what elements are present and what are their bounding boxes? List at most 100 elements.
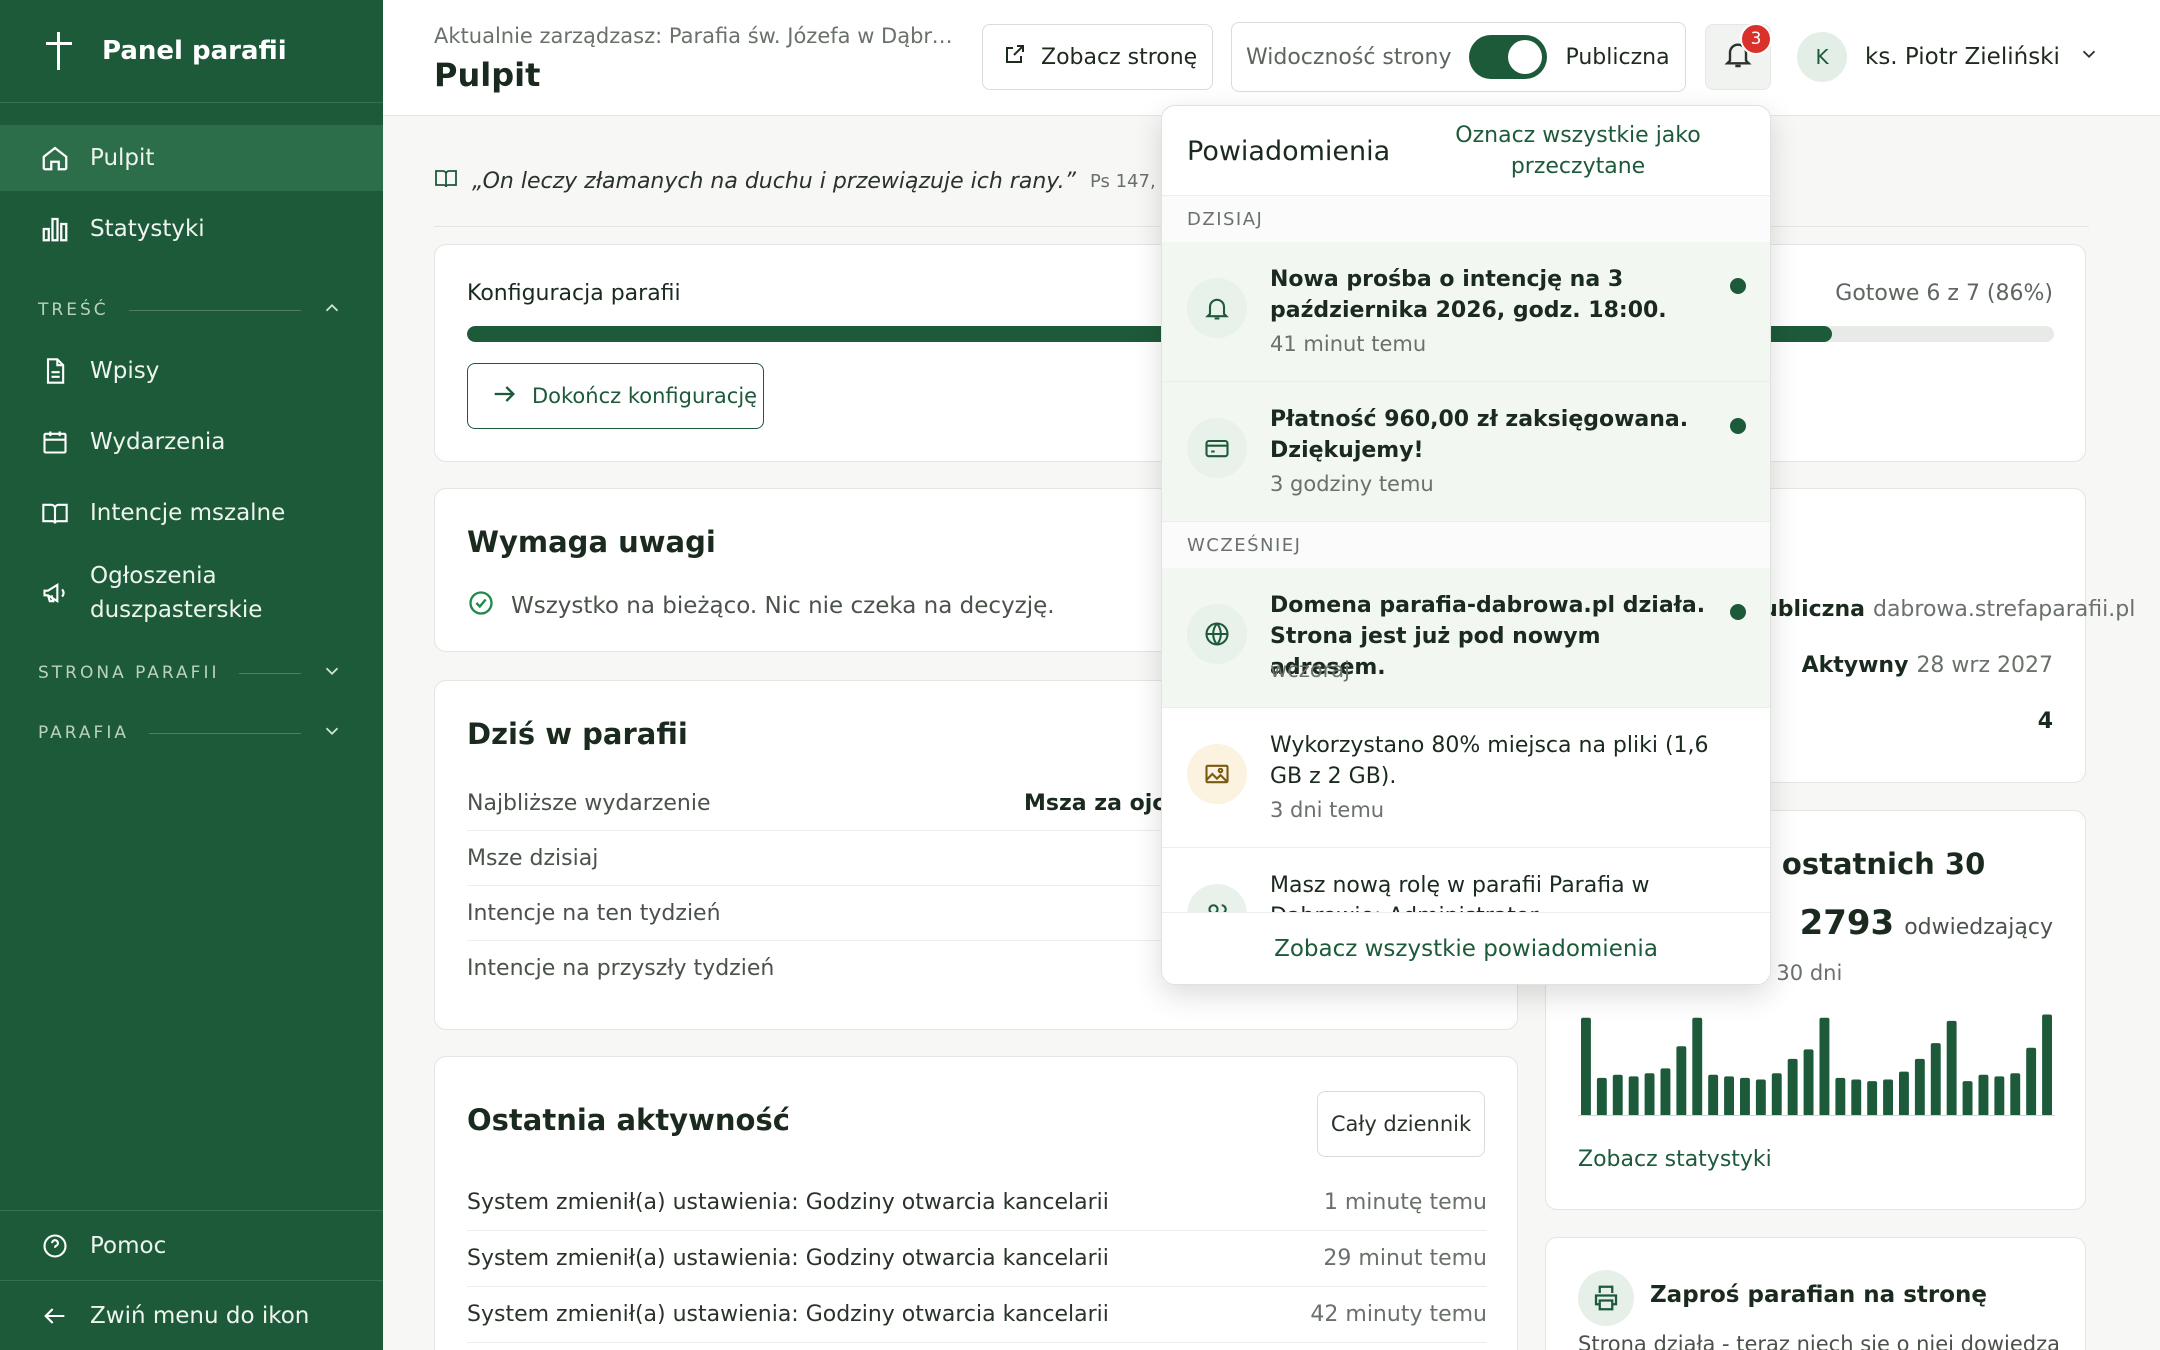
today-title: Dziś w parafii bbox=[467, 717, 688, 751]
chart-bar[interactable] bbox=[1692, 1017, 1703, 1116]
brand[interactable]: Panel parafii bbox=[0, 0, 383, 103]
chart-bar[interactable] bbox=[1596, 1077, 1607, 1116]
chart-bar[interactable] bbox=[1803, 1049, 1814, 1116]
chart-bar[interactable] bbox=[1787, 1058, 1798, 1116]
chart-bar[interactable] bbox=[1946, 1020, 1957, 1116]
visibility-toggle[interactable] bbox=[1469, 35, 1548, 79]
activity-card: Ostatnia aktywność Cały dziennik System … bbox=[434, 1056, 1518, 1350]
full-journal-button[interactable]: Cały dziennik bbox=[1317, 1091, 1485, 1157]
site-public-row: Publiczna dabrowa.strefaparafii.pl bbox=[1746, 597, 2135, 622]
sidebar-item-intencje[interactable]: Intencje mszalne bbox=[0, 480, 383, 546]
chevron-down-icon bbox=[321, 720, 343, 747]
sidebar-item-pulpit[interactable]: Pulpit bbox=[0, 125, 383, 191]
chart-bar[interactable] bbox=[1628, 1076, 1639, 1116]
plan-status: Aktywny bbox=[1801, 653, 1909, 678]
collapse-label: Zwiń menu do ikon bbox=[90, 1302, 310, 1329]
printer-icon bbox=[1578, 1270, 1634, 1326]
finish-config-button[interactable]: Dokończ konfigurację bbox=[467, 363, 764, 429]
sidebar-item-statystyki[interactable]: Statystyki bbox=[0, 196, 383, 262]
chart-bar[interactable] bbox=[1612, 1074, 1623, 1116]
site-domain[interactable]: dabrowa.strefaparafii.pl bbox=[1873, 597, 2135, 622]
unread-dot bbox=[1730, 418, 1746, 434]
chart-bar[interactable] bbox=[1835, 1077, 1846, 1116]
activity-text: System zmienił(a) ustawienia: Godziny ot… bbox=[467, 1302, 1109, 1327]
bar-chart-icon bbox=[40, 214, 70, 244]
chart-bar[interactable] bbox=[1962, 1081, 1973, 1116]
config-ready: Gotowe 6 z 7 (86%) bbox=[1835, 281, 2053, 306]
sidebar-item-label: Ogłoszenia duszpasterskie bbox=[90, 563, 263, 623]
activity-text: System zmienił(a) ustawienia: Godziny ot… bbox=[467, 1246, 1109, 1271]
chart-bar[interactable] bbox=[1724, 1076, 1734, 1116]
section-parafia[interactable]: PARAFIA bbox=[0, 705, 383, 761]
see-all-notifications-link[interactable]: Zobacz wszystkie powiadomienia bbox=[1162, 912, 1770, 984]
chart-bar[interactable] bbox=[1581, 1017, 1591, 1116]
user-name: ks. Piotr Zieliński bbox=[1865, 44, 2060, 70]
chart-bar[interactable] bbox=[1660, 1068, 1671, 1116]
chart-bar[interactable] bbox=[1708, 1074, 1719, 1116]
image-icon bbox=[1187, 744, 1247, 804]
chart-bar[interactable] bbox=[1771, 1073, 1782, 1116]
sidebar-item-ogloszenia[interactable]: Ogłoszenia duszpasterskie bbox=[0, 551, 383, 635]
chart-bar[interactable] bbox=[1914, 1058, 1925, 1116]
mark-all-read-button[interactable]: Oznacz wszystkie jako przeczytane bbox=[1428, 120, 1728, 182]
notification-item[interactable]: Masz nową rolę w parafii Parafia w Dąbro… bbox=[1162, 848, 1770, 918]
notification-item[interactable]: Domena parafia-dabrowa.pl działa. Strona… bbox=[1162, 568, 1770, 708]
popup-header: Powiadomienia Oznacz wszystkie jako prze… bbox=[1162, 106, 1770, 196]
activity-time: 1 minutę temu bbox=[1323, 1190, 1487, 1215]
attention-status: Wszystko na bieżąco. Nic nie czeka na de… bbox=[467, 589, 1055, 623]
megaphone-icon bbox=[40, 578, 70, 608]
breadcrumb: Aktualnie zarządzasz: Parafia św. Józefa… bbox=[434, 24, 964, 48]
notification-time: 3 dni temu bbox=[1270, 798, 1385, 822]
activity-row: System zmienił(a) ustawienia: Godziny ot… bbox=[467, 1175, 1487, 1231]
collapse-menu-button[interactable]: Zwiń menu do ikon bbox=[0, 1280, 383, 1350]
notification-item[interactable]: Wykorzystano 80% miejsca na pliki (1,6 G… bbox=[1162, 708, 1770, 848]
book-icon bbox=[40, 498, 70, 528]
chart-bar[interactable] bbox=[1883, 1079, 1893, 1117]
chart-bar[interactable] bbox=[1867, 1081, 1878, 1116]
chart-bar[interactable] bbox=[1755, 1079, 1766, 1117]
chart-bar[interactable] bbox=[2010, 1073, 2021, 1116]
notifications-button[interactable]: 3 bbox=[1705, 23, 1772, 90]
help-link[interactable]: Pomoc bbox=[0, 1210, 383, 1280]
sidebar-item-label: Wydarzenia bbox=[90, 429, 226, 455]
chart-bar[interactable] bbox=[1644, 1073, 1655, 1116]
attention-title: Wymaga uwagi bbox=[467, 525, 716, 559]
plan-row: Aktywny 28 wrz 2027 bbox=[1802, 653, 2053, 678]
row-label: Msze dzisiaj bbox=[467, 845, 599, 871]
brand-title: Panel parafii bbox=[102, 36, 287, 66]
chart-bar[interactable] bbox=[1930, 1043, 1941, 1116]
see-stats-link[interactable]: Zobacz statystyki bbox=[1578, 1147, 1772, 1172]
section-tresc[interactable]: TREŚĆ bbox=[0, 282, 383, 338]
notification-item[interactable]: Nowa prośba o intencję na 3 października… bbox=[1162, 242, 1770, 382]
sidebar-item-wydarzenia[interactable]: Wydarzenia bbox=[0, 409, 383, 475]
section-strona-parafii[interactable]: STRONA PARAFII bbox=[0, 645, 383, 701]
globe-icon bbox=[1187, 604, 1247, 664]
visibility-value: Publiczna bbox=[1565, 44, 1670, 70]
view-site-button[interactable]: Zobacz stronę bbox=[982, 24, 1213, 90]
chart-bar[interactable] bbox=[1819, 1017, 1830, 1116]
activity-title: Ostatnia aktywność bbox=[467, 1103, 790, 1137]
sidebar-item-wpisy[interactable]: Wpisy bbox=[0, 338, 383, 404]
help-circle-icon bbox=[40, 1231, 70, 1261]
toggle-knob bbox=[1508, 40, 1543, 74]
unread-dot bbox=[1730, 604, 1746, 620]
chart-bar[interactable] bbox=[1851, 1079, 1862, 1117]
chart-bar[interactable] bbox=[1676, 1046, 1687, 1116]
row-label: Najbliższe wydarzenie bbox=[467, 790, 711, 816]
notification-item[interactable]: Płatność 960,00 zł zaksięgowana. Dziękuj… bbox=[1162, 382, 1770, 522]
chart-bar[interactable] bbox=[1978, 1074, 1989, 1116]
sidebar: Panel parafii Pulpit Statystyki TREŚĆ Wp… bbox=[0, 0, 383, 1350]
quote-text: „On leczy złamanych na duchu i przewiązu… bbox=[472, 168, 1076, 194]
row-label: Intencje na przyszły tydzień bbox=[467, 956, 775, 981]
user-menu[interactable]: K ks. Piotr Zieliński bbox=[1797, 32, 2100, 82]
sidebar-nav: Pulpit Statystyki TREŚĆ Wpisy Wydarzenia bbox=[0, 103, 383, 761]
chart-bar[interactable] bbox=[1899, 1071, 1909, 1116]
invite-title: Zaproś parafian na stronę bbox=[1650, 1282, 1988, 1308]
chart-bar[interactable] bbox=[2042, 1014, 2052, 1117]
chart-bar[interactable] bbox=[1740, 1077, 1750, 1116]
visitors-value: 2793 bbox=[1799, 903, 1895, 943]
sidebar-item-label: Statystyki bbox=[90, 216, 205, 242]
chart-bar[interactable] bbox=[2026, 1047, 2037, 1116]
chart-bar[interactable] bbox=[1994, 1076, 2005, 1116]
count-row: 4 bbox=[2038, 709, 2053, 734]
